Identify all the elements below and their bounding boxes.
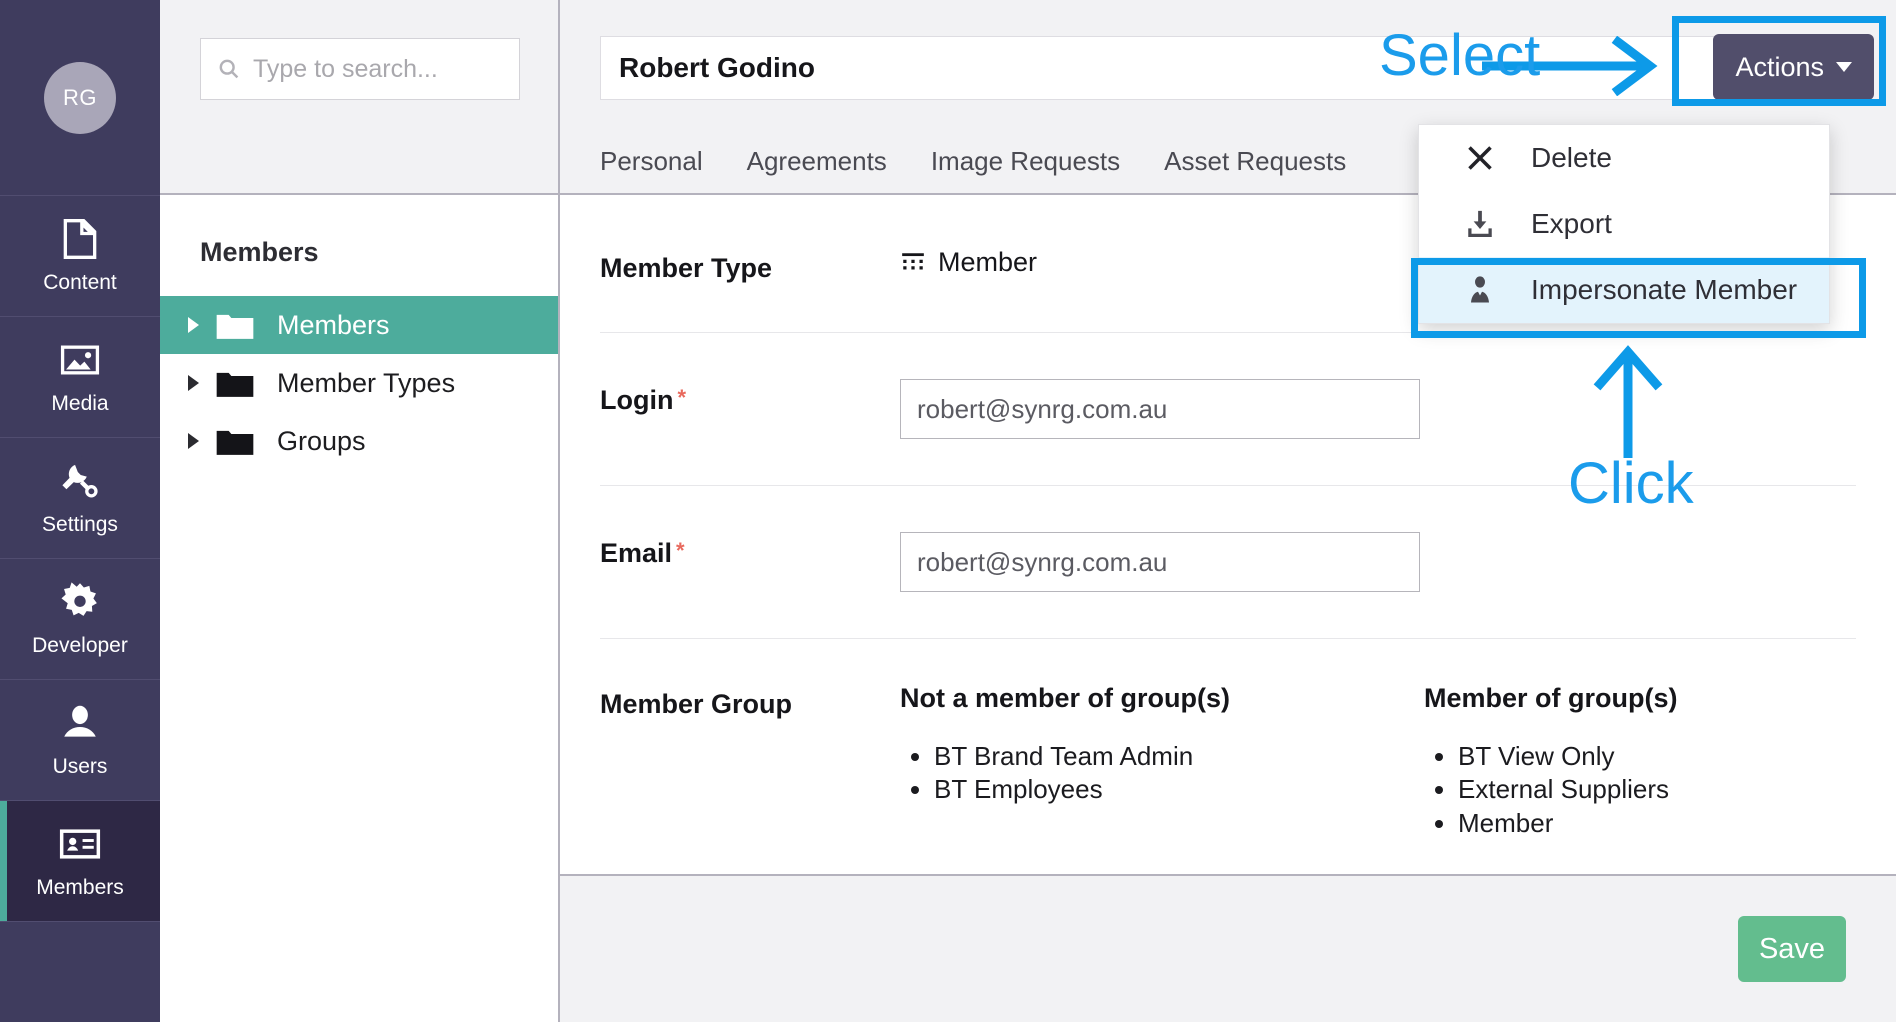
folder-icon xyxy=(215,426,255,457)
email-label: Email * xyxy=(600,532,900,592)
tree-item-groups[interactable]: Groups xyxy=(160,412,558,470)
tree-item-label: Groups xyxy=(277,425,366,456)
id-card-icon xyxy=(57,822,103,866)
wrench-icon xyxy=(57,459,103,503)
gear-icon xyxy=(57,580,103,624)
list-item[interactable]: External Suppliers xyxy=(1458,773,1824,806)
sidebar-item-content[interactable]: Content xyxy=(0,196,160,317)
chevron-right-icon[interactable] xyxy=(188,433,199,449)
list-item[interactable]: BT Brand Team Admin xyxy=(934,740,1300,773)
email-input[interactable]: robert@synrg.com.au xyxy=(900,532,1420,592)
sidebar-item-media[interactable]: Media xyxy=(0,317,160,438)
sidebar-item-label: Users xyxy=(52,755,108,778)
required-marker: * xyxy=(676,538,685,563)
tab-asset-requests[interactable]: Asset Requests xyxy=(1164,146,1346,177)
annotation-box-actions xyxy=(1672,16,1886,106)
tree-list: Members Member Types Groups xyxy=(160,296,558,470)
menu-item-label: Export xyxy=(1531,208,1612,239)
document-icon xyxy=(57,217,103,261)
member-column: Member of group(s) BT View Only External… xyxy=(1424,683,1824,840)
sidebar-item-members[interactable]: Members xyxy=(0,801,160,922)
image-icon xyxy=(57,338,103,382)
user-icon xyxy=(57,701,103,745)
search-placeholder: Type to search... xyxy=(253,54,438,83)
app-root: RG Content Media Settings Developer User… xyxy=(0,0,1896,1022)
tab-image-requests[interactable]: Image Requests xyxy=(931,146,1120,177)
login-label-text: Login xyxy=(600,385,674,415)
avatar-container: RG xyxy=(0,0,160,196)
login-label: Login * xyxy=(600,379,900,439)
member-type-label: Member Type xyxy=(600,253,773,283)
member-type-value: Member xyxy=(938,247,1038,277)
required-marker: * xyxy=(677,385,687,410)
tab-bar: Personal Agreements Image Requests Asset… xyxy=(600,146,1346,177)
tree-panel: Type to search... Members Members Member… xyxy=(160,0,560,1022)
close-x-icon xyxy=(1465,143,1495,173)
tree-item-label: Members xyxy=(277,309,390,340)
menu-item-export[interactable]: Export xyxy=(1419,191,1829,257)
chevron-right-icon[interactable] xyxy=(188,375,199,391)
chevron-right-icon[interactable] xyxy=(188,317,199,333)
folder-icon xyxy=(215,310,255,341)
form-footer: Save xyxy=(560,874,1896,1022)
grid-dots-icon xyxy=(900,250,926,276)
save-button[interactable]: Save xyxy=(1738,916,1846,982)
tab-personal[interactable]: Personal xyxy=(600,146,703,177)
group-columns: Not a member of group(s) BT Brand Team A… xyxy=(900,683,1856,840)
member-group-label: Member Group xyxy=(600,689,793,719)
sidebar-item-label: Content xyxy=(43,271,117,294)
search-icon xyxy=(217,57,241,81)
annotation-arrow-up xyxy=(1593,345,1663,458)
app-sidebar: RG Content Media Settings Developer User… xyxy=(0,0,160,1022)
tree-section-title: Members xyxy=(200,237,319,267)
list-item[interactable]: BT Employees xyxy=(934,773,1300,806)
sidebar-item-label: Members xyxy=(36,876,124,899)
login-input[interactable]: robert@synrg.com.au xyxy=(900,379,1420,439)
tab-agreements[interactable]: Agreements xyxy=(747,146,887,177)
tree-item-members[interactable]: Members xyxy=(160,296,558,354)
sidebar-item-settings[interactable]: Settings xyxy=(0,438,160,559)
not-member-heading: Not a member of group(s) xyxy=(900,683,1231,713)
tree-item-label: Member Types xyxy=(277,367,456,398)
not-member-column: Not a member of group(s) BT Brand Team A… xyxy=(900,683,1300,840)
annotation-box-impersonate xyxy=(1411,258,1866,338)
sidebar-item-label: Developer xyxy=(32,634,128,657)
member-heading: Member of group(s) xyxy=(1424,683,1678,713)
avatar[interactable]: RG xyxy=(44,61,116,134)
email-label-text: Email xyxy=(600,538,673,568)
sidebar-item-label: Media xyxy=(51,392,109,415)
list-item[interactable]: BT View Only xyxy=(1458,740,1824,773)
folder-icon xyxy=(215,368,255,399)
menu-item-delete[interactable]: Delete xyxy=(1419,125,1829,191)
menu-item-label: Delete xyxy=(1531,142,1612,173)
sidebar-item-label: Settings xyxy=(42,513,118,536)
not-member-group-list: BT Brand Team Admin BT Employees xyxy=(900,740,1300,807)
sidebar-item-developer[interactable]: Developer xyxy=(0,559,160,680)
form-row-member-group: Member Group Not a member of group(s) BT… xyxy=(560,639,1896,840)
member-group-list: BT View Only External Suppliers Member xyxy=(1424,740,1824,840)
tree-panel-header: Type to search... xyxy=(160,0,558,195)
search-input[interactable]: Type to search... xyxy=(200,38,520,100)
tree-item-member-types[interactable]: Member Types xyxy=(160,354,558,412)
sidebar-item-users[interactable]: Users xyxy=(0,680,160,801)
form-row-email: Email * robert@synrg.com.au xyxy=(560,486,1896,638)
list-item[interactable]: Member xyxy=(1458,807,1824,840)
download-icon xyxy=(1465,209,1495,239)
annotation-arrow-right xyxy=(1482,36,1658,96)
